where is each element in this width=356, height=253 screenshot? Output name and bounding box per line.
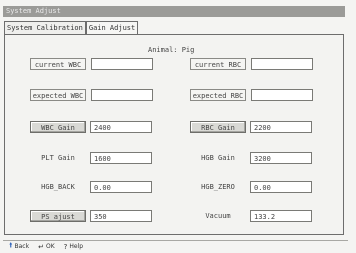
expected-wbc-label: expected WBC	[30, 89, 86, 101]
ps-adjust-button[interactable]: PS ajust	[30, 210, 86, 222]
vacuum-field[interactable]: 133.2	[250, 210, 312, 222]
current-wbc-field[interactable]	[91, 58, 153, 70]
hgb-back-label: HGB_BACK	[41, 183, 75, 191]
ok-shortcut[interactable]: ↵ OK	[38, 243, 55, 251]
tab-gain-adjust[interactable]: Gain Adjust	[85, 21, 139, 35]
expected-rbc-field[interactable]	[251, 89, 313, 101]
wbc-gain-button[interactable]: WBC Gain	[30, 121, 86, 133]
current-rbc-label: current RBC	[190, 58, 246, 70]
ps-adjust-field[interactable]: 350	[90, 210, 152, 222]
window-title: System Adjust	[3, 6, 345, 17]
hgb-zero-label: HGB_ZERO	[201, 183, 235, 191]
wbc-gain-field[interactable]: 2400	[90, 121, 152, 133]
current-rbc-field[interactable]	[251, 58, 313, 70]
rbc-gain-field[interactable]: 2200	[250, 121, 312, 133]
back-arrow-icon: 🠙	[9, 241, 13, 249]
back-shortcut[interactable]: 🠙 Back	[9, 241, 29, 252]
expected-wbc-field[interactable]	[91, 89, 153, 101]
ok-label: OK	[45, 243, 55, 250]
hgb-gain-field[interactable]: 3200	[250, 152, 312, 164]
tab-bar: System Calibration Gain Adjust	[4, 21, 139, 35]
help-icon: ?	[63, 242, 68, 251]
current-wbc-label: current WBC	[30, 58, 86, 70]
status-bar: 🠙 Back ↵ OK ? Help	[3, 240, 348, 252]
tab-system-calibration[interactable]: System Calibration	[4, 21, 86, 34]
hgb-zero-field[interactable]: 0.00	[250, 181, 312, 193]
help-label: Help	[69, 243, 84, 250]
hgb-back-field[interactable]: 0.00	[90, 181, 152, 193]
ok-icon: ↵	[38, 242, 44, 251]
vacuum-label: Vacuum	[205, 212, 231, 220]
animal-label: Animal: Pig	[148, 46, 195, 54]
plt-gain-field[interactable]: 1600	[90, 152, 152, 164]
rbc-gain-button[interactable]: RBC Gain	[190, 121, 246, 133]
system-adjust-window: System Adjust System Calibration Gain Ad…	[0, 0, 356, 253]
expected-rbc-label: expected RBC	[190, 89, 246, 101]
back-label: Back	[14, 243, 30, 250]
hgb-gain-label: HGB Gain	[201, 154, 235, 162]
plt-gain-label: PLT Gain	[41, 154, 75, 162]
help-shortcut[interactable]: ? Help	[64, 243, 83, 251]
